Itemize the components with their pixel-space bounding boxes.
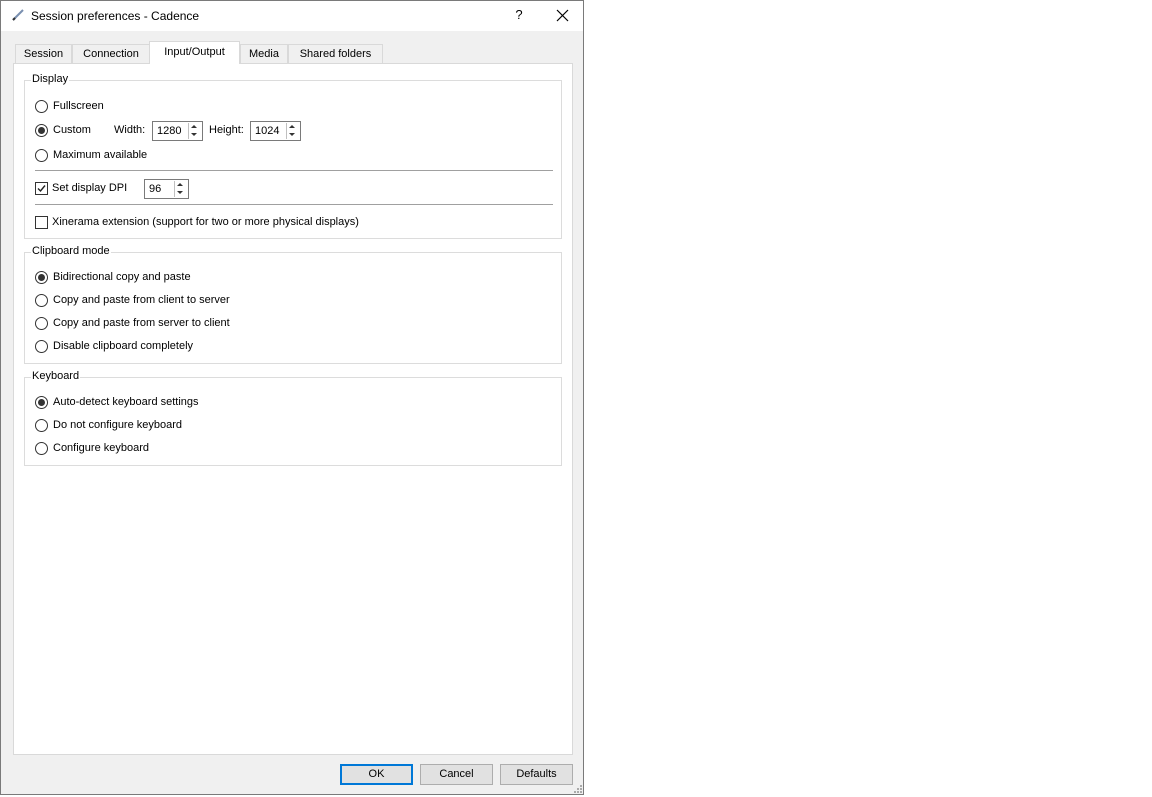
width-spin-arrows[interactable] [188, 123, 201, 139]
dpi-spin-arrows[interactable] [174, 181, 187, 197]
height-label: Height: [209, 124, 244, 136]
clipboard-server-to-client-radio[interactable] [35, 317, 48, 330]
clipboard-option-label: Disable clipboard completely [53, 340, 194, 352]
clipboard-group: Clipboard mode Bidirectional copy and pa… [24, 245, 562, 364]
dpi-spinbox[interactable]: 96 [144, 179, 189, 199]
height-spinbox[interactable]: 1024 [250, 121, 301, 141]
keyboard-group-title: Keyboard [31, 370, 81, 382]
keyboard-group: Keyboard Auto-detect keyboard settings D… [24, 370, 562, 466]
clipboard-client-to-server-radio[interactable] [35, 294, 48, 307]
clipboard-bidirectional-radio[interactable] [35, 271, 48, 284]
tab-session[interactable]: Session [15, 44, 72, 63]
spin-up-icon[interactable] [191, 125, 197, 128]
maximum-available-label: Maximum available [53, 149, 148, 161]
display-separator-2 [35, 204, 553, 205]
cancel-button[interactable]: Cancel [420, 764, 493, 785]
resize-grip-icon[interactable] [573, 784, 583, 794]
height-spin-arrows[interactable] [286, 123, 299, 139]
width-spinbox[interactable]: 1280 [152, 121, 203, 141]
set-dpi-label: Set display DPI [52, 182, 128, 194]
tab-panel: Display Fullscreen Custom Width: 1280 He… [13, 63, 573, 755]
keyboard-option-label: Do not configure keyboard [53, 419, 183, 431]
dpi-value: 96 [149, 183, 162, 195]
width-label: Width: [114, 124, 146, 136]
keyboard-option-label: Configure keyboard [53, 442, 150, 454]
fullscreen-radio[interactable] [35, 100, 48, 113]
ok-button[interactable]: OK [340, 764, 413, 785]
height-value: 1024 [255, 125, 280, 137]
keyboard-autodetect-radio[interactable] [35, 396, 48, 409]
spin-down-icon[interactable] [289, 133, 295, 136]
title-bar: Session preferences - Cadence ? [1, 1, 583, 31]
maximum-available-radio[interactable] [35, 149, 48, 162]
tab-connection[interactable]: Connection [72, 44, 150, 63]
checkmark-icon [37, 185, 46, 193]
help-button[interactable]: ? [511, 7, 527, 22]
clipboard-disable-radio[interactable] [35, 340, 48, 353]
keyboard-do-not-configure-radio[interactable] [35, 419, 48, 432]
xinerama-label: Xinerama extension (support for two or m… [52, 216, 359, 228]
display-group: Display Fullscreen Custom Width: 1280 He… [24, 73, 562, 239]
custom-label: Custom [53, 124, 91, 136]
display-separator-1 [35, 170, 553, 171]
window-title: Session preferences - Cadence [31, 9, 200, 23]
close-icon[interactable] [551, 7, 573, 25]
tab-shared-folders[interactable]: Shared folders [288, 44, 383, 63]
xinerama-checkbox[interactable] [35, 216, 48, 229]
width-value: 1280 [157, 125, 182, 137]
spin-up-icon[interactable] [177, 183, 183, 186]
keyboard-configure-radio[interactable] [35, 442, 48, 455]
display-group-title: Display [31, 73, 70, 85]
clipboard-option-label: Copy and paste from server to client [53, 317, 230, 329]
tab-input-output[interactable]: Input/Output [149, 41, 240, 64]
custom-radio[interactable] [35, 124, 48, 137]
spin-down-icon[interactable] [191, 133, 197, 136]
clipboard-group-title: Clipboard mode [31, 245, 111, 257]
clipboard-option-label: Copy and paste from client to server [53, 294, 230, 306]
fullscreen-label: Fullscreen [53, 100, 104, 112]
app-pen-icon [12, 9, 24, 21]
dialog-window: Session preferences - Cadence ? Session … [0, 0, 584, 795]
spin-down-icon[interactable] [177, 191, 183, 194]
set-dpi-checkbox[interactable] [35, 182, 48, 195]
clipboard-option-label: Bidirectional copy and paste [53, 271, 191, 283]
tab-media[interactable]: Media [240, 44, 288, 63]
spin-up-icon[interactable] [289, 125, 295, 128]
keyboard-option-label: Auto-detect keyboard settings [53, 396, 199, 408]
defaults-button[interactable]: Defaults [500, 764, 573, 785]
